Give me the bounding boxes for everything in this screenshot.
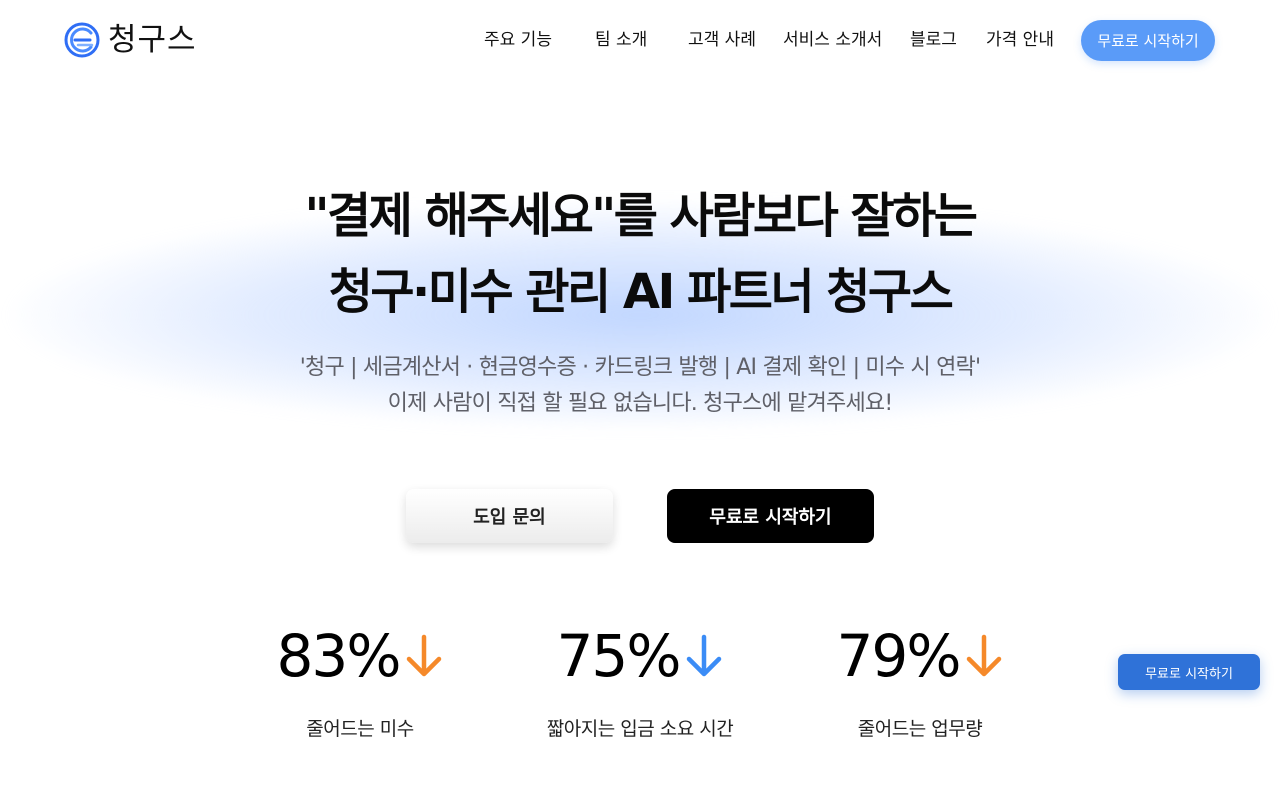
nav-item-blog[interactable]: 블로그 xyxy=(910,29,957,51)
brand-logo[interactable]: 청구스 xyxy=(64,22,197,58)
start-free-button[interactable]: 무료로 시작하기 xyxy=(667,489,874,543)
hero-headline-line-1: "결제 해주세요"를 사람보다 잘하는 xyxy=(304,188,978,244)
nav-start-free-button[interactable]: 무료로 시작하기 xyxy=(1081,20,1215,61)
stat-value: 75% xyxy=(556,622,682,690)
stat-label: 줄어드는 미수 xyxy=(306,718,414,740)
stat-value: 83% xyxy=(276,622,402,690)
floating-start-free-button[interactable]: 무료로 시작하기 xyxy=(1118,654,1260,690)
hero-headline-line-2: 청구·미수 관리 AI 파트너 청구스 xyxy=(328,264,954,320)
stat-label: 줄어드는 업무량 xyxy=(857,718,983,740)
stat-workload-reduction: 79% 줄어드는 업무량 xyxy=(790,620,1050,750)
hero-subtitle-line-1: '청구 | 세금계산서 · 현금영수증 · 카드링크 발행 | AI 결제 확인… xyxy=(299,355,981,380)
stat-value: 79% xyxy=(836,622,962,690)
stat-payment-time-reduction: 75% 짧아지는 입금 소요 시간 xyxy=(510,620,770,750)
stat-label: 짧아지는 입금 소요 시간 xyxy=(546,718,734,740)
hero-subtitle-line-2: 이제 사람이 직접 할 필요 없습니다. 청구스에 맡겨주세요! xyxy=(387,391,893,416)
stat-unpaid-reduction: 83% 줄어드는 미수 xyxy=(230,620,490,750)
arrow-down-icon xyxy=(407,634,442,677)
nav-item-pricing[interactable]: 가격 안내 xyxy=(986,29,1054,51)
nav-item-team[interactable]: 팀 소개 xyxy=(595,29,647,51)
nav-item-features[interactable]: 주요 기능 xyxy=(484,29,552,51)
top-navigation: 청구스 주요 기능 팀 소개 고객 사례 서비스 소개서 블로그 가격 안내 무… xyxy=(0,0,1280,80)
arrow-down-icon xyxy=(967,634,1002,677)
nav-item-service-brochure[interactable]: 서비스 소개서 xyxy=(783,29,882,51)
arrow-down-icon xyxy=(687,634,722,677)
inquiry-button[interactable]: 도입 문의 xyxy=(406,489,613,543)
nav-item-customer-cases[interactable]: 고객 사례 xyxy=(688,29,756,51)
brand-name: 청구스 xyxy=(108,22,197,58)
logo-icon xyxy=(64,22,100,58)
